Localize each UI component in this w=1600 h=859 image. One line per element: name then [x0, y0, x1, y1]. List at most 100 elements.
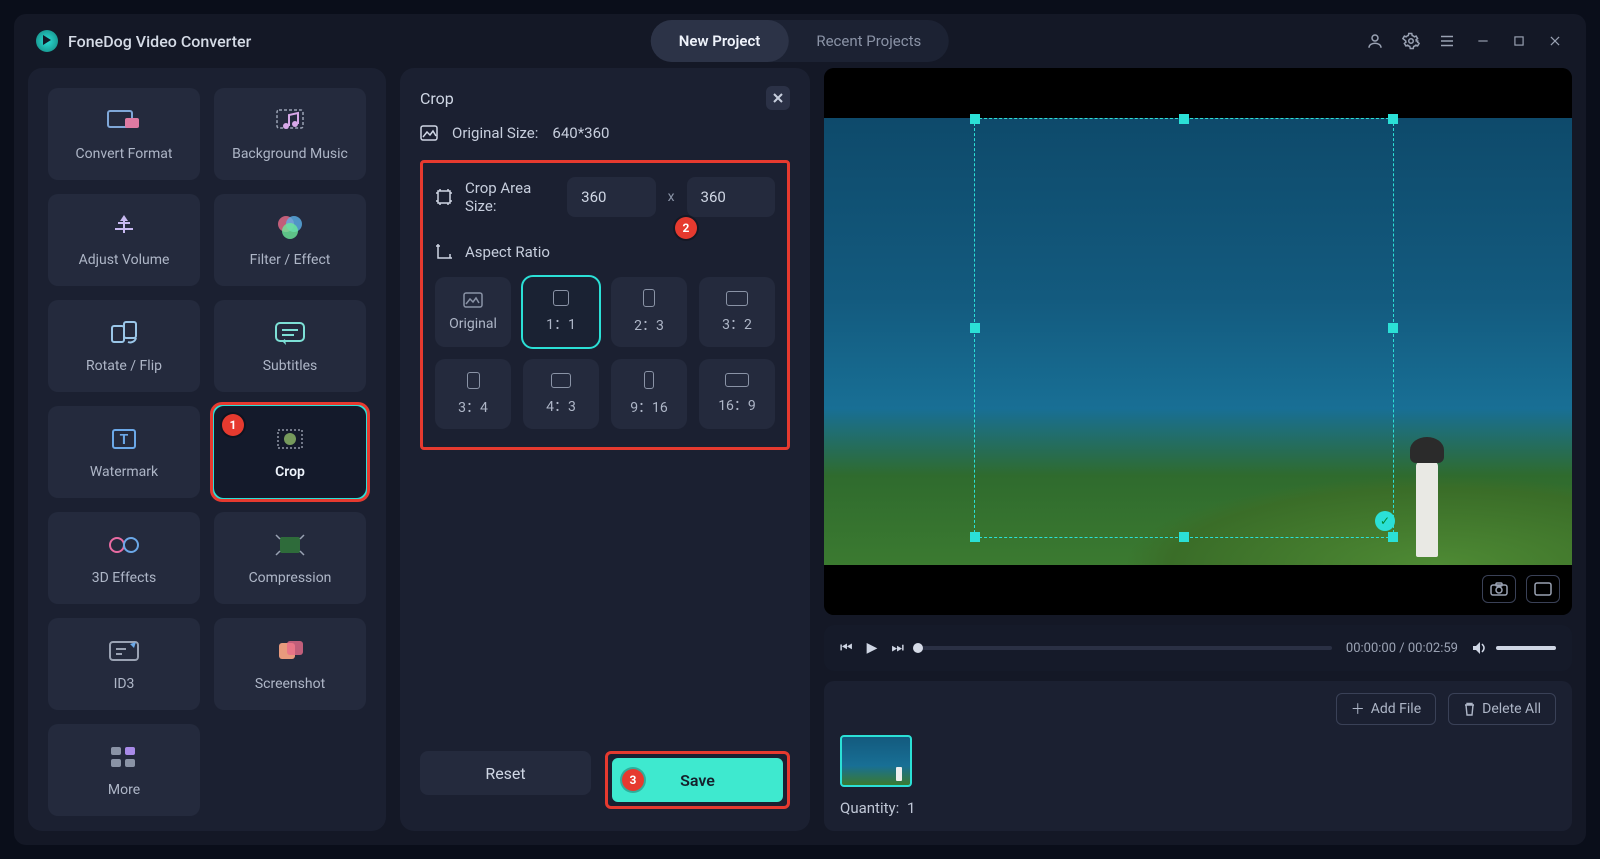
ratio-label: 2：3 — [634, 315, 664, 335]
main-row: Convert Format Background Music Adjust V… — [14, 68, 1586, 845]
strip-actions: ＋ Add File Delete All — [840, 693, 1556, 725]
tool-subtitles[interactable]: Subtitles — [214, 300, 366, 392]
tool-label: Adjust Volume — [79, 252, 170, 268]
titlebar-right-group — [1366, 32, 1564, 50]
crop-height-input[interactable]: 360 — [687, 177, 775, 217]
tool-rotate-flip[interactable]: Rotate / Flip — [48, 300, 200, 392]
tool-more[interactable]: More — [48, 724, 200, 816]
crop-size-icon — [435, 188, 453, 206]
account-icon[interactable] — [1366, 32, 1384, 50]
ratio-3-2[interactable]: 3：2 — [699, 277, 775, 347]
tool-filter-effect[interactable]: Filter / Effect — [214, 194, 366, 286]
ratio-1-1[interactable]: 1：1 — [523, 277, 599, 347]
add-file-button[interactable]: ＋ Add File — [1336, 693, 1436, 725]
quantity-label: Quantity: 1 — [840, 799, 915, 817]
ratio-4-3[interactable]: 4：3 — [523, 359, 599, 429]
ratio-label: 3：2 — [722, 314, 752, 334]
original-size-value: 640*360 — [552, 124, 609, 142]
svg-text:T: T — [120, 432, 129, 448]
tool-label: Crop — [275, 464, 305, 480]
quantity-value: 1 — [907, 799, 915, 817]
seek-bar[interactable] — [918, 646, 1332, 650]
crop-panel-close-button[interactable] — [766, 86, 790, 110]
next-button[interactable]: ⏭ — [891, 640, 904, 656]
tool-id3[interactable]: ID3 — [48, 618, 200, 710]
tool-label: Screenshot — [255, 676, 325, 692]
delete-all-button[interactable]: Delete All — [1448, 693, 1556, 725]
callout-1: 1 — [222, 414, 244, 436]
scene-hill — [1123, 475, 1572, 565]
tool-compression[interactable]: Compression — [214, 512, 366, 604]
aspect-icon — [435, 243, 453, 261]
ratio-label: 4：3 — [546, 396, 576, 416]
play-button[interactable]: ▶ — [867, 640, 878, 656]
volume-icon — [1472, 641, 1488, 655]
prev-button[interactable]: ⏮ — [840, 640, 853, 656]
time-sep: / — [1396, 641, 1408, 656]
aspect-ratio-label: Aspect Ratio — [465, 243, 550, 261]
scene-lighthouse — [1402, 427, 1452, 557]
tool-watermark[interactable]: T Watermark — [48, 406, 200, 498]
ratio-2-3[interactable]: 2：3 — [611, 277, 687, 347]
title-bar: FoneDog Video Converter New Project Rece… — [14, 14, 1586, 68]
tool-background-music[interactable]: Background Music — [214, 88, 366, 180]
image-size-icon — [420, 125, 440, 141]
ratio-label: 1：1 — [546, 314, 576, 334]
time-display: 00:00:00 / 00:02:59 — [1346, 641, 1458, 656]
preview-corner-tools — [1482, 575, 1560, 603]
crop-icon — [272, 424, 308, 454]
crop-area-label: Crop Area Size: — [465, 179, 555, 215]
tool-screenshot[interactable]: Screenshot — [214, 618, 366, 710]
tool-label: Convert Format — [76, 146, 173, 162]
reset-button[interactable]: Reset — [420, 751, 591, 795]
tool-label: Subtitles — [263, 358, 318, 374]
crop-panel-header: Crop — [400, 68, 810, 124]
tool-label: Filter / Effect — [250, 252, 331, 268]
add-file-label: Add File — [1371, 701, 1421, 717]
volume-icon — [106, 212, 142, 242]
tool-label: Watermark — [90, 464, 158, 480]
time-total: 00:02:59 — [1408, 641, 1458, 656]
callout-3-highlight: 3 Save — [605, 751, 790, 809]
minimize-button[interactable] — [1474, 32, 1492, 50]
ratio-label: 9：16 — [630, 397, 668, 417]
crop-width-input[interactable]: 360 — [567, 177, 655, 217]
app-window: FoneDog Video Converter New Project Rece… — [14, 14, 1586, 845]
settings-icon[interactable] — [1402, 32, 1420, 50]
volume-slider[interactable] — [1496, 646, 1556, 650]
app-title: FoneDog Video Converter — [68, 32, 251, 51]
tool-3d-effects[interactable]: 3D Effects — [48, 512, 200, 604]
ratio-label: 16：9 — [718, 395, 756, 415]
player-bar: ⏮ ▶ ⏭ 00:00:00 / 00:02:59 — [824, 625, 1572, 671]
tool-crop[interactable]: 1 Crop — [214, 406, 366, 498]
convert-icon — [106, 106, 142, 136]
tool-sidebar: Convert Format Background Music Adjust V… — [28, 68, 386, 831]
maximize-button[interactable] — [1510, 32, 1528, 50]
menu-icon[interactable] — [1438, 32, 1456, 50]
video-canvas-area[interactable]: ✓ — [824, 68, 1572, 615]
tool-convert-format[interactable]: Convert Format — [48, 88, 200, 180]
snapshot-icon[interactable] — [1482, 575, 1516, 603]
ratio-original[interactable]: Original — [435, 277, 511, 347]
ratio-16-9[interactable]: 16：9 — [699, 359, 775, 429]
tool-adjust-volume[interactable]: Adjust Volume — [48, 194, 200, 286]
tool-label: Compression — [249, 570, 332, 586]
tab-new-project[interactable]: New Project — [651, 20, 789, 62]
tool-grid: Convert Format Background Music Adjust V… — [48, 88, 366, 816]
delete-all-label: Delete All — [1482, 701, 1541, 717]
aspect-ratio-label-row: Aspect Ratio — [435, 243, 775, 261]
ratio-3-4[interactable]: 3：4 — [435, 359, 511, 429]
more-icon — [106, 742, 142, 772]
tool-label: ID3 — [114, 676, 135, 692]
clip-thumbnail[interactable] — [840, 735, 912, 787]
ratio-9-16[interactable]: 9：16 — [611, 359, 687, 429]
tool-label: 3D Effects — [92, 570, 157, 586]
fullscreen-icon[interactable] — [1526, 575, 1560, 603]
tab-recent-projects[interactable]: Recent Projects — [788, 20, 949, 62]
right-panel: ✓ ⏮ ▶ ⏭ — [824, 68, 1572, 831]
tool-label: Rotate / Flip — [86, 358, 162, 374]
compress-icon — [272, 530, 308, 560]
video-preview: ✓ — [824, 68, 1572, 615]
close-button[interactable] — [1546, 32, 1564, 50]
volume-control[interactable] — [1472, 641, 1556, 655]
